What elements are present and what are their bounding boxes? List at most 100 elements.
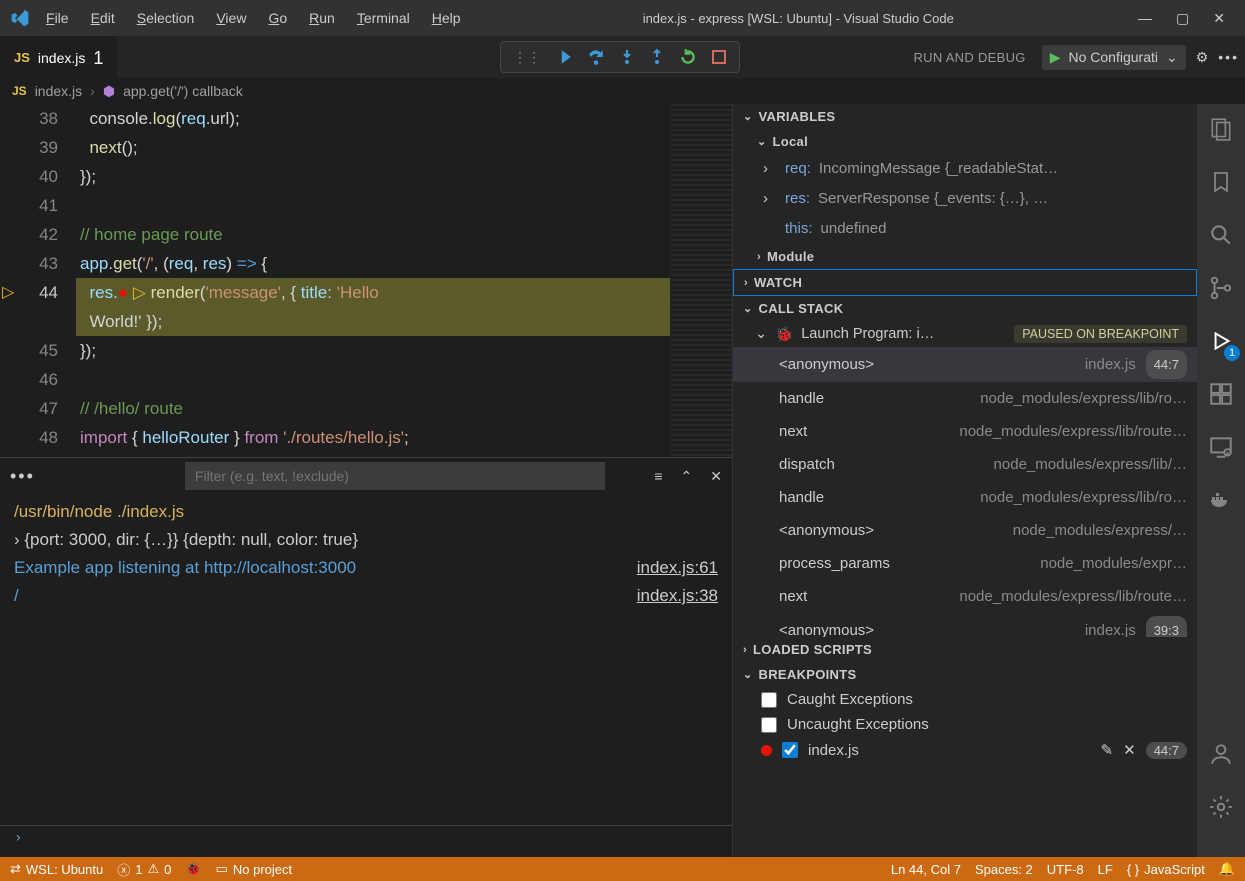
gear-icon[interactable]: ⚙ xyxy=(1196,49,1209,66)
close-button[interactable]: ✕ xyxy=(1213,10,1225,27)
restart-icon[interactable] xyxy=(679,48,697,66)
minimize-button[interactable]: — xyxy=(1138,10,1152,27)
step-over-icon[interactable] xyxy=(587,48,605,66)
extensions-icon[interactable] xyxy=(1208,381,1234,410)
section-watch[interactable]: ›WATCH xyxy=(733,269,1197,296)
breakpoint-file-row[interactable]: index.js ✎ ✕ 44:7 xyxy=(733,737,1197,763)
scope-module[interactable]: ›Module xyxy=(733,244,1197,269)
more-icon[interactable]: ••• xyxy=(1218,49,1239,65)
debug-toolbar[interactable]: ⋮⋮ xyxy=(500,41,740,73)
debug-indicator[interactable]: 🐞 xyxy=(185,861,201,877)
variable-row[interactable]: ›res: ServerResponse {_events: {…}, … xyxy=(733,184,1197,214)
status-bar: ⇄WSL: Ubuntu ⓧ1⚠0 🐞 ▭No project Ln 44, C… xyxy=(0,857,1245,881)
remove-icon[interactable]: ✕ xyxy=(1123,741,1136,759)
language-indicator[interactable]: { }JavaScript xyxy=(1127,862,1205,877)
config-name: No Configurati xyxy=(1068,49,1158,65)
chevron-down-icon: ⌄ xyxy=(743,302,753,315)
scope-local[interactable]: ⌄Local xyxy=(733,129,1197,154)
explorer-icon[interactable] xyxy=(1208,116,1234,145)
variable-row[interactable]: ›req: IncomingMessage {_readableStat… xyxy=(733,154,1197,184)
section-loaded-scripts[interactable]: ›LOADED SCRIPTS xyxy=(733,637,1197,662)
debug-console-output[interactable]: /usr/bin/node ./index.js› {port: 3000, d… xyxy=(0,494,732,825)
menu-help[interactable]: Help xyxy=(422,6,471,30)
menu-view[interactable]: View xyxy=(206,6,256,30)
eol-indicator[interactable]: LF xyxy=(1098,862,1113,877)
variable-row[interactable]: this: undefined xyxy=(733,214,1197,244)
badge: 1 xyxy=(1224,345,1240,361)
breakpoint-checkbox[interactable] xyxy=(782,742,798,758)
continue-icon[interactable] xyxy=(555,48,573,66)
breakpoint-checkbox[interactable] xyxy=(761,692,777,708)
breakpoint-exception-row[interactable]: Uncaught Exceptions xyxy=(733,712,1197,737)
launch-program-row[interactable]: ⌄ 🐞 Launch Program: i… PAUSED ON BREAKPO… xyxy=(733,321,1197,347)
step-out-icon[interactable] xyxy=(649,48,665,66)
menu-go[interactable]: Go xyxy=(258,6,297,30)
drag-handle-icon[interactable]: ⋮⋮ xyxy=(513,49,541,66)
stack-frame[interactable]: handlenode_modules/express/lib/ro… xyxy=(733,382,1197,415)
stack-frame[interactable]: <anonymous>index.js39:3 xyxy=(733,613,1197,637)
minimap[interactable] xyxy=(670,104,732,457)
settings-gear-icon[interactable] xyxy=(1208,794,1234,823)
code-content[interactable]: console.log(req.url); next();});// home … xyxy=(76,104,670,457)
section-call-stack[interactable]: ⌄CALL STACK xyxy=(733,296,1197,321)
encoding-indicator[interactable]: UTF-8 xyxy=(1047,862,1084,877)
remote-explorer-icon[interactable] xyxy=(1208,434,1234,463)
debug-console-prompt[interactable]: › xyxy=(0,825,732,857)
console-line: Example app listening at http://localhos… xyxy=(14,554,718,582)
remote-indicator[interactable]: ⇄WSL: Ubuntu xyxy=(10,861,103,877)
breadcrumb-file[interactable]: index.js xyxy=(35,83,82,99)
notifications-icon[interactable]: 🔔 xyxy=(1219,861,1235,877)
js-file-icon: JS xyxy=(12,84,27,98)
more-icon[interactable]: ••• xyxy=(10,466,35,487)
word-wrap-icon[interactable]: ≡ xyxy=(654,468,662,485)
stack-frame[interactable]: process_paramsnode_modules/expr… xyxy=(733,547,1197,580)
stack-frame[interactable]: handlenode_modules/express/lib/ro… xyxy=(733,481,1197,514)
breakpoint-marker-icon[interactable]: ▷ xyxy=(2,278,20,307)
stack-frame[interactable]: nextnode_modules/express/lib/route… xyxy=(733,580,1197,613)
stack-frame[interactable]: <anonymous>node_modules/express/… xyxy=(733,514,1197,547)
menu-selection[interactable]: Selection xyxy=(127,6,205,30)
problems-indicator[interactable]: ⓧ1⚠0 xyxy=(117,860,171,879)
editor-tab-index-js[interactable]: JS index.js 1 xyxy=(0,36,117,78)
chevron-down-icon: ⌄ xyxy=(743,668,753,681)
section-breakpoints[interactable]: ⌄BREAKPOINTS xyxy=(733,662,1197,687)
breakpoint-file-label: index.js xyxy=(808,742,859,759)
method-icon: ⬢ xyxy=(103,83,115,100)
breakpoint-exception-row[interactable]: Caught Exceptions xyxy=(733,687,1197,712)
cursor-position[interactable]: Ln 44, Col 7 xyxy=(891,862,961,877)
indent-indicator[interactable]: Spaces: 2 xyxy=(975,862,1033,877)
menu-terminal[interactable]: Terminal xyxy=(347,6,420,30)
chevron-down-icon: ⌄ xyxy=(743,110,753,123)
debug-config-selector[interactable]: ▶ No Configurati ⌄ xyxy=(1042,45,1186,70)
project-indicator[interactable]: ▭No project xyxy=(216,861,293,877)
run-debug-icon[interactable]: 1 xyxy=(1208,328,1234,357)
title-bar: File Edit Selection View Go Run Terminal… xyxy=(0,0,1245,36)
step-into-icon[interactable] xyxy=(619,48,635,66)
line-numbers: 3839404142434445464748 xyxy=(20,104,76,457)
close-panel-icon[interactable]: ✕ xyxy=(710,468,722,485)
chevron-right-icon: › xyxy=(743,644,747,656)
breadcrumb-symbol[interactable]: app.get('/') callback xyxy=(123,83,243,99)
code-editor[interactable]: ▷ 3839404142434445464748 console.log(req… xyxy=(0,104,732,457)
search-icon[interactable] xyxy=(1208,222,1234,251)
debug-console-filter-input[interactable] xyxy=(185,462,605,490)
chevron-down-icon: ⌄ xyxy=(1166,49,1178,66)
breakpoint-checkbox[interactable] xyxy=(761,717,777,733)
maximize-button[interactable]: ▢ xyxy=(1176,10,1189,27)
edit-icon[interactable]: ✎ xyxy=(1101,741,1114,759)
menu-edit[interactable]: Edit xyxy=(81,6,125,30)
section-variables[interactable]: ⌄VARIABLES xyxy=(733,104,1197,129)
source-control-icon[interactable] xyxy=(1208,275,1234,304)
collapse-icon[interactable]: ⌃ xyxy=(681,468,693,485)
docker-icon[interactable] xyxy=(1208,487,1234,514)
stack-frame[interactable]: nextnode_modules/express/lib/route… xyxy=(733,415,1197,448)
account-icon[interactable] xyxy=(1208,741,1234,770)
menu-file[interactable]: File xyxy=(36,6,79,30)
breadcrumb[interactable]: JS index.js › ⬢ app.get('/') callback xyxy=(0,78,1245,104)
breakpoint-gutter[interactable]: ▷ xyxy=(0,104,20,457)
stop-icon[interactable] xyxy=(711,49,727,65)
menu-run[interactable]: Run xyxy=(299,6,345,30)
stack-frame[interactable]: dispatchnode_modules/express/lib/… xyxy=(733,448,1197,481)
bookmarks-icon[interactable] xyxy=(1209,169,1233,198)
stack-frame[interactable]: <anonymous>index.js44:7 xyxy=(733,347,1197,382)
